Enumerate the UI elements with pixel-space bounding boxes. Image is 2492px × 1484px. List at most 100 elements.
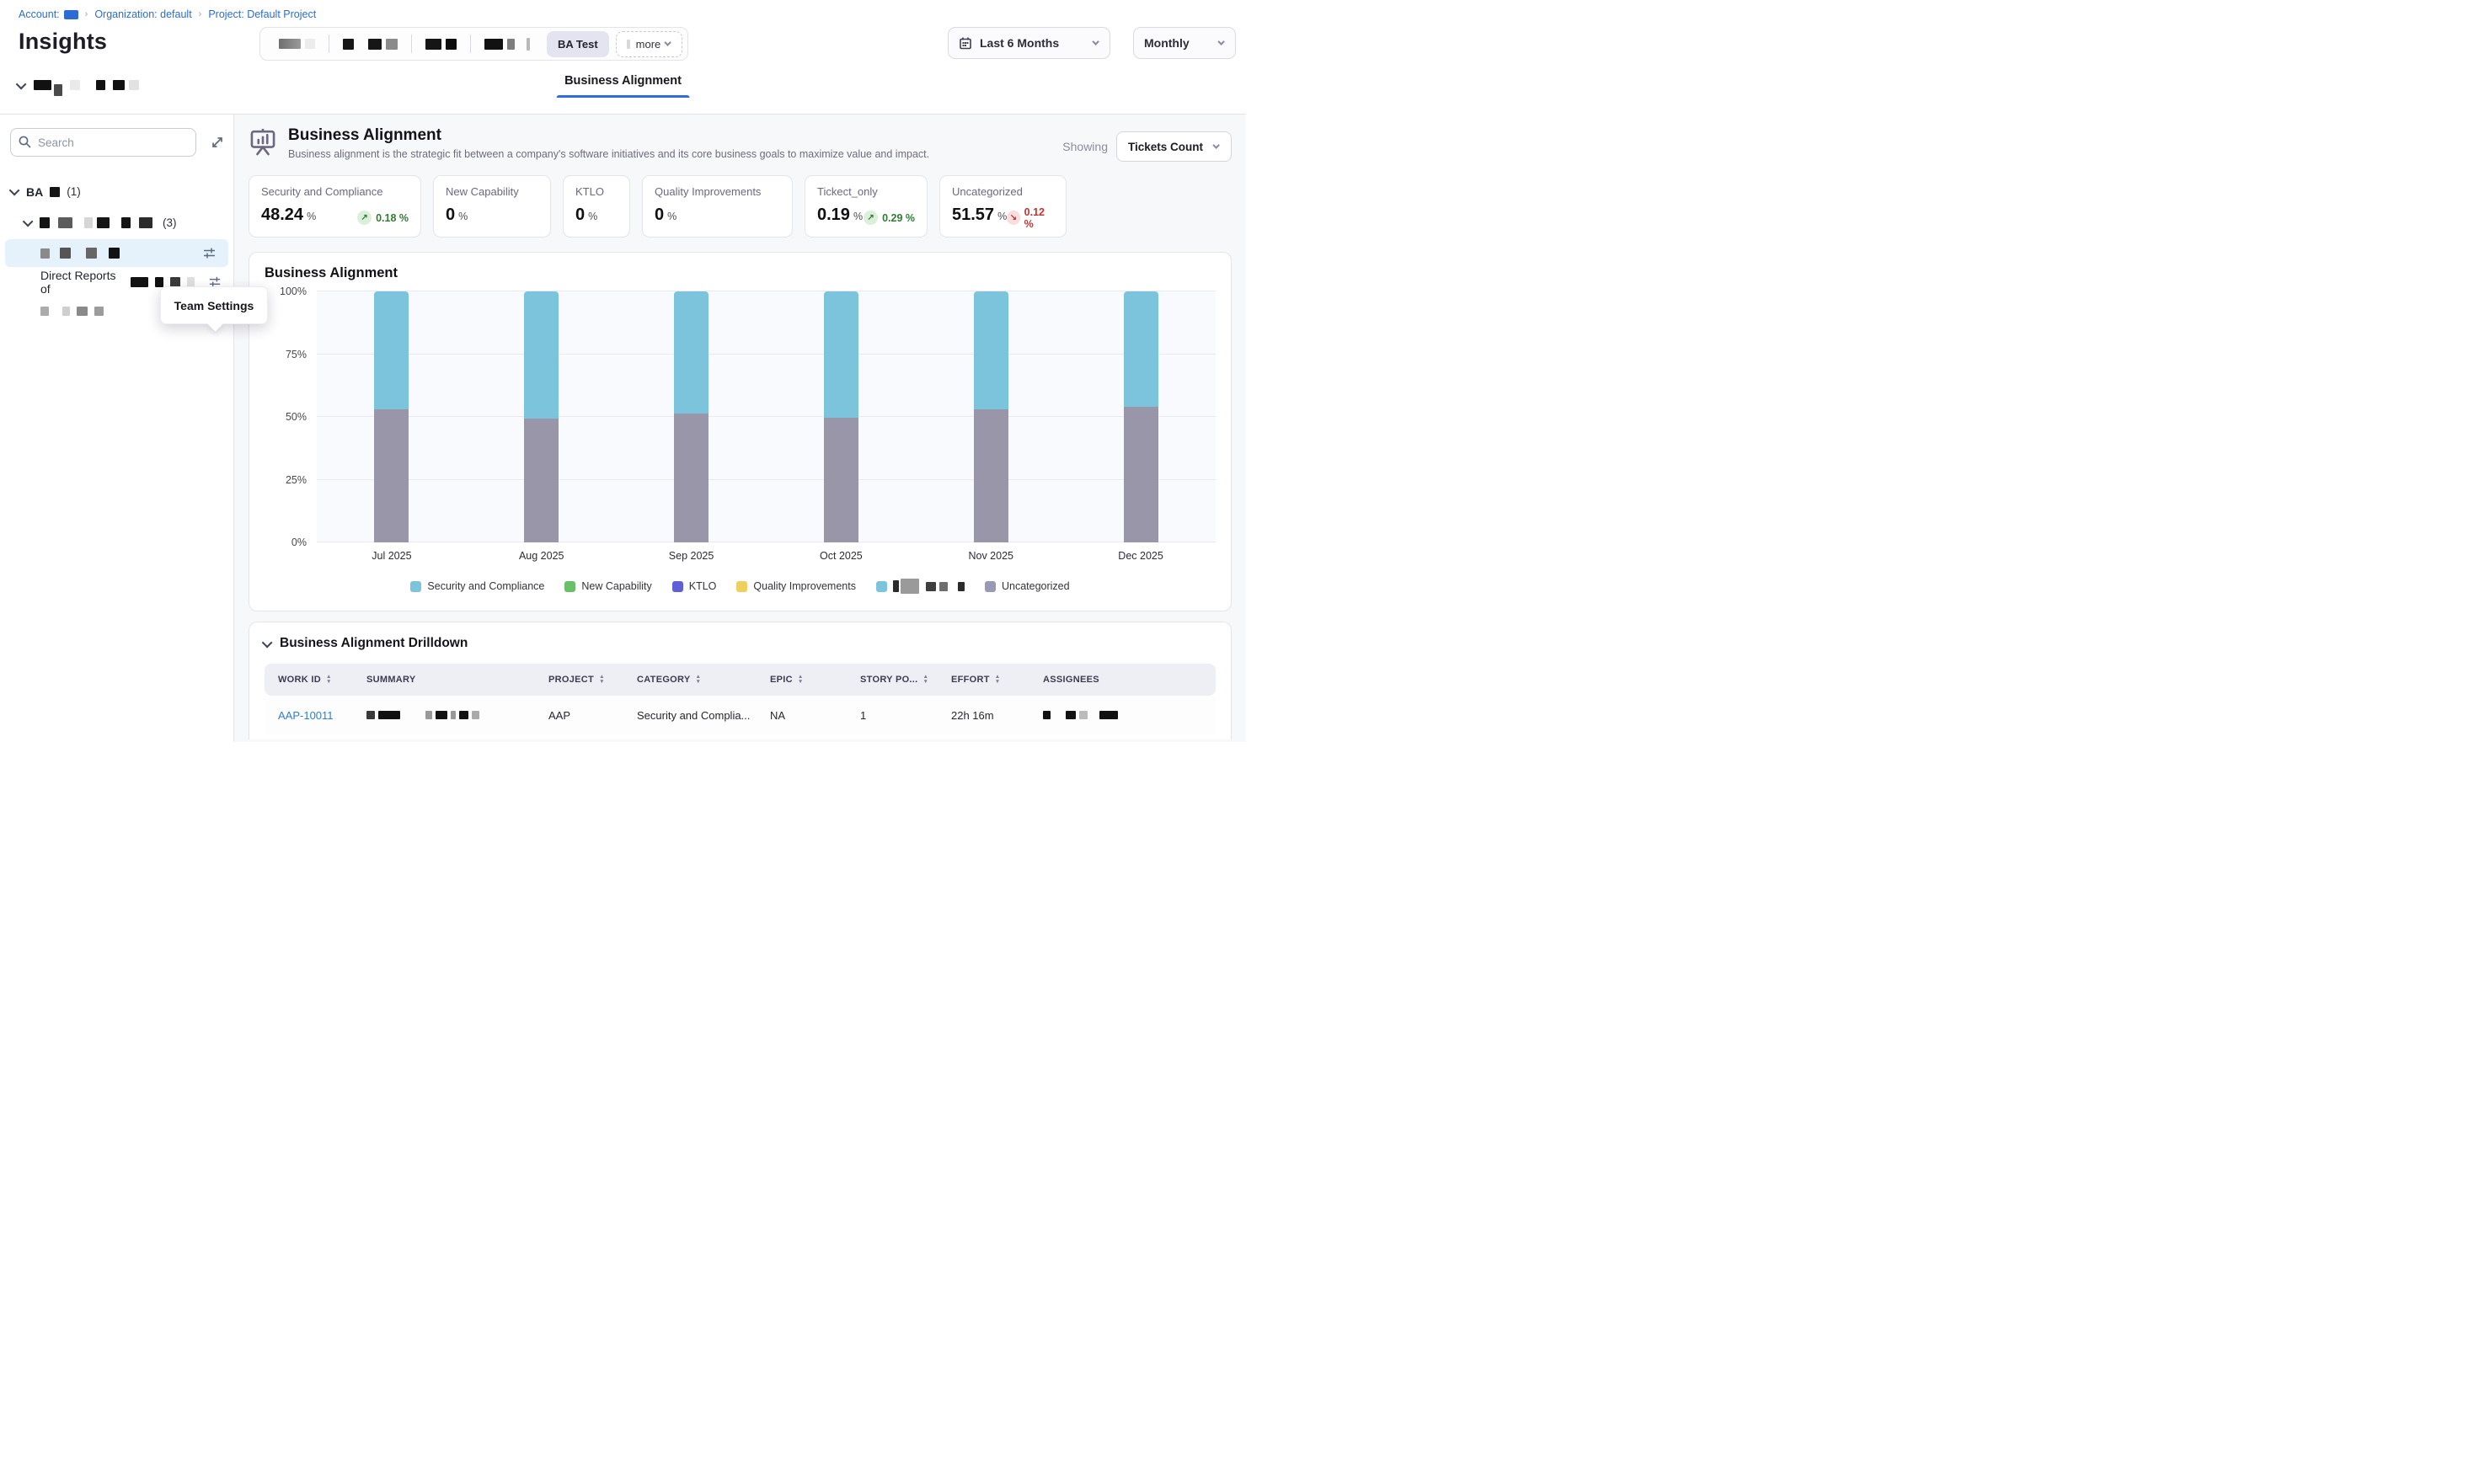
cell-assignees xyxy=(1029,696,1216,734)
kpi-card-title: Tickect_only xyxy=(817,185,915,198)
legend-label: Security and Compliance xyxy=(427,580,544,592)
team-settings-tooltip: Team Settings xyxy=(160,286,268,324)
legend-swatch xyxy=(410,581,421,592)
redacted-filter xyxy=(386,39,398,50)
redacted-team-name xyxy=(97,217,110,228)
drilldown-header[interactable]: Business Alignment Drilldown xyxy=(265,636,1216,651)
redacted-cell-text xyxy=(1099,711,1118,719)
sort-icon[interactable]: ▲▼ xyxy=(923,675,929,685)
tree-leaf-label: Direct Reports of xyxy=(40,269,124,296)
kpi-card-uncategorized: Uncategorized51.57%↘0.12 % xyxy=(939,175,1067,238)
tree-node-ba[interactable]: BA (1) xyxy=(0,179,233,205)
legend-item[interactable]: Uncategorized xyxy=(985,579,1070,594)
breadcrumb-account[interactable]: Account: xyxy=(19,8,78,20)
legend-item[interactable]: Security and Compliance xyxy=(410,579,544,594)
column-header-epic[interactable]: EPIC▲▼ xyxy=(757,664,847,696)
module-description: Business alignment is the strategic fit … xyxy=(288,148,1051,160)
bar-segment-uncategorized xyxy=(374,409,409,542)
redacted-filter xyxy=(507,39,515,50)
ba-test-button[interactable]: BA Test xyxy=(547,31,609,57)
sort-icon[interactable]: ▲▼ xyxy=(696,675,702,685)
filter-chip[interactable] xyxy=(329,28,411,60)
filter-chip[interactable] xyxy=(471,28,543,60)
bar-segment-uncategorized xyxy=(824,418,858,542)
legend-item[interactable]: Quality Improvements xyxy=(736,579,856,594)
trend-down-icon: ↘ xyxy=(1007,211,1019,225)
breadcrumb-project[interactable]: Project: Default Project xyxy=(208,8,316,20)
filter-chip[interactable] xyxy=(265,28,329,60)
column-header-assignees: ASSIGNEES xyxy=(1029,664,1216,696)
showing-dropdown[interactable]: Tickets Count xyxy=(1116,131,1232,162)
legend-item[interactable] xyxy=(876,579,965,594)
column-header-project[interactable]: PROJECT▲▼ xyxy=(535,664,623,696)
bar-segment-security-and-compliance xyxy=(824,291,858,418)
column-header-work-id[interactable]: WORK ID▲▼ xyxy=(265,664,353,696)
legend-label: New Capability xyxy=(581,580,651,592)
redacted-team-name xyxy=(94,307,104,316)
y-axis-tick: 100% xyxy=(280,286,307,297)
showing-label: Showing xyxy=(1062,140,1108,153)
sort-icon[interactable]: ▲▼ xyxy=(599,675,605,685)
kpi-card-value: 48.24 xyxy=(261,206,303,225)
redacted-legend-label xyxy=(958,582,965,591)
work-id-link[interactable]: AAP-10011 xyxy=(278,709,334,722)
breadcrumb-organization[interactable]: Organization: default xyxy=(94,8,191,20)
cell-project: AAP xyxy=(535,696,623,734)
bar-segment-security-and-compliance xyxy=(374,291,409,409)
trend-up-icon: ↗ xyxy=(357,211,372,225)
redacted-person-name xyxy=(170,277,179,287)
kpi-card-unit: % xyxy=(458,211,468,222)
bar-segment-security-and-compliance xyxy=(524,291,559,419)
x-axis-label: Nov 2025 xyxy=(916,550,1066,562)
redacted-section-label xyxy=(96,80,105,90)
more-label: more xyxy=(636,38,661,51)
redacted-section-label xyxy=(129,80,139,90)
presentation-chart-icon xyxy=(249,127,277,156)
redacted-legend-label xyxy=(901,579,919,594)
filter-chip[interactable] xyxy=(412,28,470,60)
tree-node-count: (3) xyxy=(163,216,177,229)
legend-label: Uncategorized xyxy=(1002,580,1070,592)
legend-label: Quality Improvements xyxy=(753,580,856,592)
granularity-value: Monthly xyxy=(1144,36,1190,50)
drilldown-title: Business Alignment Drilldown xyxy=(280,636,468,651)
bar-nov-2025 xyxy=(916,291,1066,542)
granularity-dropdown[interactable]: Monthly xyxy=(1133,27,1236,59)
breadcrumb-separator: › xyxy=(199,9,202,19)
redacted-team-name xyxy=(60,248,71,259)
kpi-card-title: Security and Compliance xyxy=(261,185,409,198)
column-header-category[interactable]: CATEGORY▲▼ xyxy=(623,664,757,696)
chart-legend: Security and Compliance New Capability KTL… xyxy=(265,579,1216,594)
redacted-team-name xyxy=(40,248,50,259)
sort-icon[interactable]: ▲▼ xyxy=(326,675,332,685)
redacted-team-name xyxy=(109,248,120,259)
sort-icon[interactable]: ▲▼ xyxy=(798,675,804,685)
chevron-down-icon xyxy=(23,216,34,227)
redacted-section-label xyxy=(54,84,62,96)
kpi-card-security-and-compliance: Security and Compliance48.24%↗0.18 % xyxy=(249,175,421,238)
section-row: Business Alignment xyxy=(0,72,1246,101)
y-axis-tick: 0% xyxy=(291,536,307,548)
legend-item[interactable]: KTLO xyxy=(672,579,717,594)
tree-node-count: (1) xyxy=(67,185,81,198)
y-axis-tick: 25% xyxy=(286,474,307,486)
calendar-icon xyxy=(959,36,972,50)
more-button[interactable]: more xyxy=(616,31,683,57)
bar-segment-uncategorized xyxy=(974,409,1008,542)
column-header-effort[interactable]: EFFORT▲▼ xyxy=(938,664,1029,696)
column-header-story-po-[interactable]: STORY PO...▲▼ xyxy=(847,664,938,696)
legend-label: KTLO xyxy=(689,580,717,592)
tree-node-group[interactable]: (3) xyxy=(0,210,233,236)
y-axis-tick: 75% xyxy=(286,349,307,360)
time-range-dropdown[interactable]: Last 6 Months xyxy=(948,27,1110,59)
legend-item[interactable]: New Capability xyxy=(564,579,651,594)
module-title: Business Alignment xyxy=(288,126,1051,145)
search-input[interactable] xyxy=(10,128,196,157)
tree-leaf-selected[interactable] xyxy=(5,239,228,267)
chevron-down-icon xyxy=(1212,141,1219,148)
section-collapse[interactable] xyxy=(19,74,139,96)
tab-business-alignment[interactable]: Business Alignment xyxy=(556,72,690,98)
expand-icon[interactable] xyxy=(210,135,225,150)
sort-icon[interactable]: ▲▼ xyxy=(995,675,1001,685)
team-settings-icon[interactable] xyxy=(202,246,217,260)
